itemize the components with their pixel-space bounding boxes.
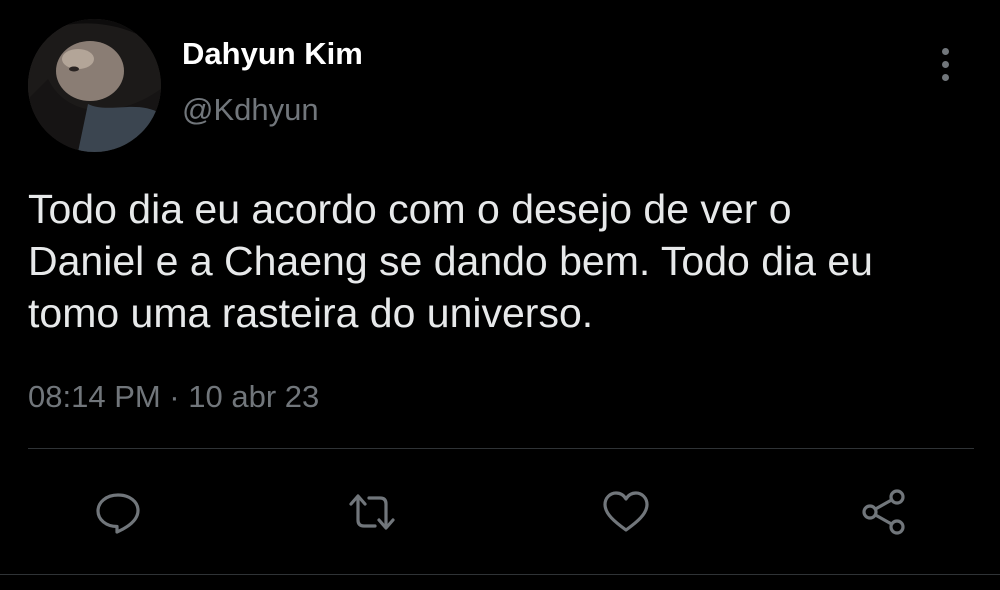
tweet-text-line: Todo dia eu acordo com o desejo de ver o: [28, 186, 792, 232]
ellipsis-dot: [941, 73, 949, 81]
vertical-ellipsis-icon: [941, 47, 949, 55]
speech-bubble-icon: [96, 493, 140, 534]
retweet-button[interactable]: [344, 484, 400, 540]
retweet-arrows-icon: [349, 494, 395, 530]
avatar[interactable]: [28, 19, 161, 152]
share-button[interactable]: [856, 484, 912, 540]
tweet-container: Dahyun Kim @Kdhyun Todo dia eu acordo co…: [0, 0, 1000, 590]
reply-button[interactable]: [90, 484, 146, 540]
divider: [0, 574, 1000, 575]
tweet-text-line: tomo uma rasteira do universo.: [28, 290, 594, 336]
avatar-photo: [28, 19, 161, 152]
tweet-timestamp[interactable]: 08:14 PM · 10 abr 23: [28, 378, 319, 416]
ellipsis-dot: [941, 60, 949, 68]
tweet-text: Todo dia eu acordo com o desejo de ver o…: [28, 183, 988, 339]
heart-icon: [603, 491, 649, 532]
display-name[interactable]: Dahyun Kim: [182, 36, 363, 72]
more-options-button[interactable]: [930, 44, 960, 84]
user-handle[interactable]: @Kdhyun: [182, 92, 319, 128]
tweet-text-line: Daniel e a Chaeng se dando bem. Todo dia…: [28, 238, 873, 284]
divider: [28, 448, 974, 449]
share-nodes-icon: [862, 489, 905, 535]
like-button[interactable]: [598, 484, 654, 540]
